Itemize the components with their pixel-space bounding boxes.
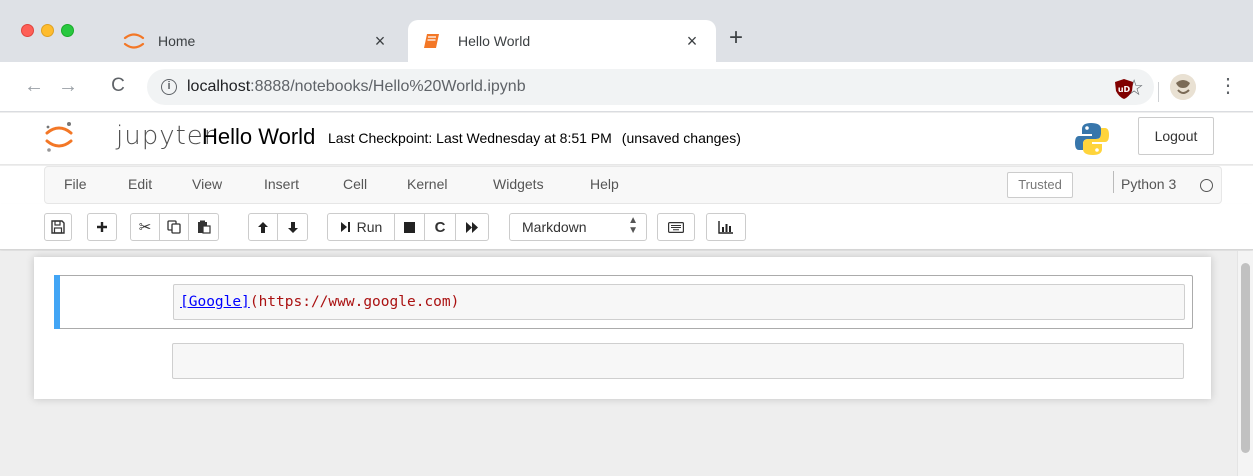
markdown-link-url: (https://www.google.com)	[249, 294, 460, 310]
copy-button[interactable]	[159, 213, 189, 241]
menu-file[interactable]: File	[64, 176, 87, 192]
close-window-button[interactable]	[21, 24, 34, 37]
logout-button[interactable]: Logout	[1138, 117, 1214, 155]
empty-code-cell[interactable]	[172, 343, 1184, 379]
move-cell-up-button[interactable]	[248, 213, 278, 241]
more-options-icon[interactable]: ⋮	[1218, 74, 1238, 100]
save-button[interactable]	[44, 213, 72, 241]
markdown-link-text: [Google]	[180, 294, 250, 310]
paste-button[interactable]	[188, 213, 219, 241]
python-logo-icon	[1074, 121, 1110, 157]
menu-kernel[interactable]: Kernel	[407, 176, 447, 192]
kernel-divider	[1113, 171, 1114, 193]
tab-home[interactable]: Home ×	[108, 20, 404, 62]
jupyter-wordmark: jupyter	[116, 121, 216, 151]
browser-tab-strip: Home × Hello World × +	[0, 0, 1253, 62]
notebook-icon	[422, 32, 446, 50]
close-icon[interactable]: ×	[370, 31, 390, 52]
notebook-container: [Google](https://www.google.com)	[34, 257, 1211, 399]
notebook-toolbar: ✂ Run C Markdown ▲ ▼	[0, 204, 1253, 250]
scissors-icon: ✂	[138, 219, 152, 236]
new-tab-button[interactable]: +	[722, 24, 750, 52]
jupyter-header: jupyter Hello World Last Checkpoint: Las…	[0, 113, 1253, 165]
notebook-title[interactable]: Hello World	[202, 124, 315, 150]
menubar: File Edit View Insert Cell Kernel Widget…	[0, 166, 1253, 204]
menu-edit[interactable]: Edit	[128, 176, 152, 192]
jupyter-spinner-icon	[122, 32, 146, 50]
site-info-icon[interactable]: i	[161, 79, 177, 95]
forward-arrow-icon[interactable]: →	[56, 74, 80, 98]
plus-icon	[97, 222, 107, 232]
save-icon	[51, 220, 65, 234]
restart-kernel-button[interactable]: C	[424, 213, 456, 241]
paste-icon	[197, 220, 211, 234]
select-caret-icon: ▲ ▼	[628, 215, 638, 236]
run-button[interactable]: Run	[327, 213, 395, 241]
nbextension-chart-button[interactable]	[706, 213, 746, 241]
insert-cell-button[interactable]	[87, 213, 117, 241]
tab-hello-world[interactable]: Hello World ×	[408, 20, 716, 62]
move-cell-down-button[interactable]	[277, 213, 308, 241]
cell-input[interactable]: [Google](https://www.google.com)	[173, 284, 1185, 320]
keyboard-icon	[668, 221, 684, 233]
svg-text:uD: uD	[1118, 85, 1131, 94]
toolbar-divider	[1158, 82, 1159, 102]
kernel-idle-indicator-icon	[1200, 179, 1213, 192]
reload-icon[interactable]: C	[106, 74, 130, 98]
menu-help[interactable]: Help	[590, 176, 619, 192]
restart-icon: C	[434, 218, 446, 236]
tab-title: Hello World	[458, 33, 531, 49]
scrollbar-thumb[interactable]	[1241, 263, 1250, 453]
interrupt-kernel-button[interactable]	[394, 213, 425, 241]
last-checkpoint: Last Checkpoint: Last Wednesday at 8:51 …	[328, 130, 612, 146]
menubar-container: File Edit View Insert Cell Kernel Widget…	[44, 166, 1222, 204]
close-icon[interactable]: ×	[682, 31, 702, 52]
notebook-area: [Google](https://www.google.com)	[0, 251, 1253, 476]
run-label: Run	[356, 219, 383, 235]
cell-type-value: Markdown	[522, 219, 587, 235]
autosave-status: (unsaved changes)	[621, 130, 741, 146]
maximize-window-button[interactable]	[61, 24, 74, 37]
menu-insert[interactable]: Insert	[264, 176, 299, 192]
profile-avatar[interactable]	[1170, 74, 1196, 100]
cell-type-select[interactable]: Markdown ▲ ▼	[509, 213, 647, 241]
browser-toolbar: ← → C i localhost:8888/notebooks/Hello%2…	[0, 62, 1253, 112]
trusted-indicator[interactable]: Trusted	[1007, 172, 1073, 198]
url-path: :8888/notebooks/Hello%20World.ipynb	[250, 78, 526, 95]
tab-title: Home	[158, 33, 196, 49]
back-arrow-icon[interactable]: ←	[22, 74, 46, 98]
stop-icon	[404, 221, 415, 233]
menu-cell[interactable]: Cell	[343, 176, 367, 192]
bar-chart-icon	[718, 220, 733, 234]
markdown-cell-selected[interactable]: [Google](https://www.google.com)	[54, 275, 1193, 329]
cut-button[interactable]: ✂	[130, 213, 160, 241]
checkpoint-status: Last Checkpoint: Last Wednesday at 8:51 …	[328, 130, 741, 146]
url-text: localhost:8888/notebooks/Hello%20World.i…	[187, 78, 526, 96]
copy-icon	[167, 220, 181, 234]
fast-forward-icon	[466, 221, 478, 233]
page-scrollbar[interactable]	[1237, 251, 1253, 476]
arrow-up-icon	[258, 221, 268, 233]
ublock-shield-icon[interactable]: uD	[1114, 78, 1134, 100]
step-forward-icon	[340, 222, 350, 232]
menu-view[interactable]: View	[192, 176, 222, 192]
jupyter-logo[interactable]: jupyter	[44, 119, 214, 155]
url-host: localhost	[187, 78, 251, 95]
selected-cell-indicator	[54, 275, 60, 329]
menu-widgets[interactable]: Widgets	[493, 176, 544, 192]
minimize-window-button[interactable]	[41, 24, 54, 37]
kernel-name[interactable]: Python 3	[1121, 176, 1176, 192]
address-bar[interactable]: i localhost:8888/notebooks/Hello%20World…	[147, 69, 1154, 105]
restart-run-all-button[interactable]	[455, 213, 489, 241]
command-palette-button[interactable]	[657, 213, 695, 241]
arrow-down-icon	[287, 221, 298, 233]
